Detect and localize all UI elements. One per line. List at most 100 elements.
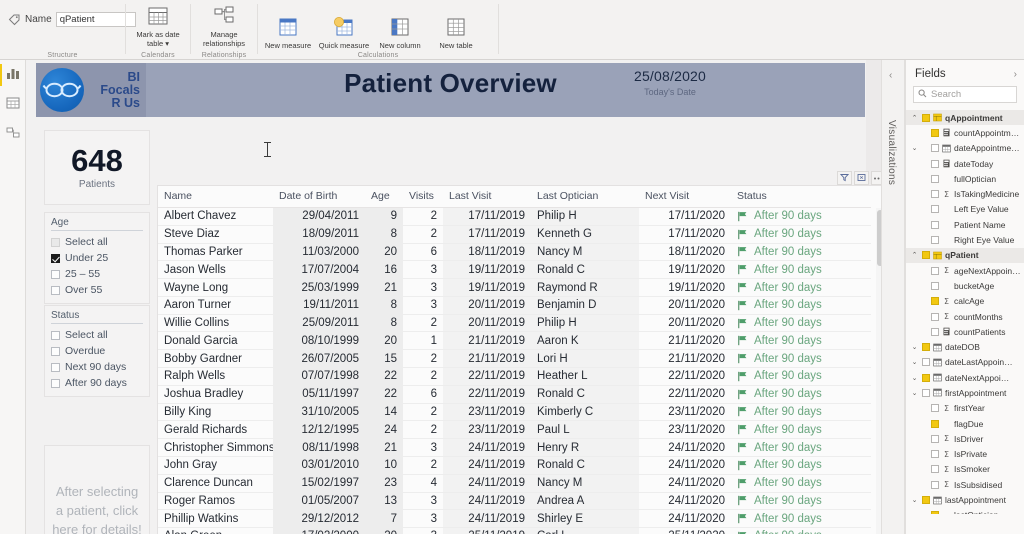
field-checkbox[interactable] <box>931 190 939 199</box>
fields-field-node[interactable]: ⌄ lastAppointment <box>906 492 1024 507</box>
field-checkbox[interactable] <box>931 480 939 489</box>
table-row[interactable]: Billy King 31/10/2005 14 2 23/11/2019 Kimberl… <box>158 403 871 422</box>
fields-field-node[interactable]: Σ IsSubsidised <box>906 477 1024 492</box>
fields-table-node[interactable]: ⌃ qAppointment <box>906 110 1024 126</box>
slicer-status[interactable]: Status Select all Overdue Next 90 days Afte… <box>44 305 150 397</box>
checkbox-icon[interactable] <box>51 346 60 356</box>
column-header-age[interactable]: Age <box>365 186 403 208</box>
chevron-toggle-icon[interactable]: ⌄ <box>910 389 919 397</box>
more-options-button[interactable] <box>871 171 881 185</box>
table-row[interactable]: Joshua Bradley 05/11/1997 22 6 22/11/2019 Ron… <box>158 385 871 404</box>
fields-field-node[interactable]: ⌄ dateAppointme… <box>906 141 1024 156</box>
fields-field-node[interactable]: ΣageNextAppoin… <box>906 263 1024 278</box>
checkbox-icon[interactable] <box>51 285 60 295</box>
slicer-item[interactable]: Under 25 <box>51 250 143 266</box>
field-checkbox[interactable] <box>931 419 939 428</box>
field-checkbox[interactable] <box>922 343 930 352</box>
slicer-age[interactable]: Age Select all Under 25 25 – 55 Over 55 <box>44 212 150 304</box>
field-checkbox[interactable] <box>922 373 930 382</box>
table-row[interactable]: Albert Chavez 29/04/2011 9 2 17/11/2019 Phili… <box>158 207 871 226</box>
chevron-toggle-icon[interactable]: ⌃ <box>910 114 919 122</box>
fields-field-node[interactable]: ⌄ dateLastAppoin… <box>906 355 1024 370</box>
chevron-toggle-icon[interactable]: ⌄ <box>910 144 919 152</box>
column-header-date-of-birth[interactable]: Date of Birth <box>273 186 365 208</box>
checkbox-icon[interactable] <box>51 330 60 340</box>
data-view-button[interactable] <box>0 90 26 120</box>
fields-field-node[interactable]: countPatients <box>906 324 1024 339</box>
table-row[interactable]: Thomas Parker 11/03/2000 20 6 18/11/2019 Nanc… <box>158 243 871 262</box>
field-checkbox[interactable] <box>931 205 939 214</box>
filter-button[interactable] <box>837 171 852 185</box>
slicer-item[interactable]: Select all <box>51 234 143 250</box>
checkbox-icon[interactable] <box>51 253 60 263</box>
fields-field-node[interactable]: fullOptician <box>906 171 1024 186</box>
patients-count-card[interactable]: 648 Patients <box>44 130 150 205</box>
field-checkbox[interactable] <box>931 465 939 474</box>
table-row[interactable]: Bobby Gardner 26/07/2005 15 2 21/11/2019 Lori… <box>158 349 871 369</box>
slicer-item[interactable]: Next 90 days <box>51 359 143 375</box>
field-checkbox[interactable] <box>931 266 939 275</box>
field-checkbox[interactable] <box>931 281 939 290</box>
table-row[interactable]: Christopher Simmons 08/11/1998 21 3 24/11/20… <box>158 438 871 457</box>
field-checkbox[interactable] <box>931 128 939 137</box>
fields-field-node[interactable]: countAppointm… <box>906 125 1024 140</box>
fields-field-node[interactable]: ⌄ firstAppointment <box>906 385 1024 400</box>
patient-details-cta-card[interactable]: After selecting a patient, click here fo… <box>44 445 150 534</box>
chevron-right-icon[interactable]: › <box>1014 69 1017 80</box>
model-view-button[interactable] <box>0 120 26 150</box>
fields-field-node[interactable]: bucketAge <box>906 278 1024 293</box>
fields-field-node[interactable]: Σ IsDriver <box>906 431 1024 446</box>
checkbox-icon[interactable] <box>51 378 60 388</box>
fields-field-node[interactable]: ΣcalcAge <box>906 294 1024 309</box>
field-checkbox[interactable] <box>931 236 939 245</box>
table-row[interactable]: Steve Diaz 18/09/2011 8 2 17/11/2019 Kenneth … <box>158 225 871 244</box>
field-checkbox[interactable] <box>931 144 939 153</box>
column-header-last-visit[interactable]: Last Visit <box>443 186 531 208</box>
visualizations-pane-collapsed[interactable]: ‹ Visualizations <box>881 60 905 534</box>
field-checkbox[interactable] <box>931 434 939 443</box>
fields-field-node[interactable]: lastOptician <box>906 508 1024 514</box>
slicer-item[interactable]: Overdue <box>51 343 143 359</box>
report-view-button[interactable] <box>0 60 26 90</box>
fields-field-node[interactable]: Left Eye Value <box>906 202 1024 217</box>
field-checkbox[interactable] <box>931 174 939 183</box>
table-row[interactable]: Wayne Long 25/03/1999 21 3 19/11/2019 Raymond… <box>158 278 871 297</box>
chevron-toggle-icon[interactable]: ⌄ <box>910 374 919 382</box>
field-checkbox[interactable] <box>931 450 939 459</box>
chevron-toggle-icon[interactable]: ⌃ <box>910 251 919 259</box>
slicer-item[interactable]: After 90 days <box>51 375 143 391</box>
table-row[interactable]: Donald Garcia 08/10/1999 20 1 21/11/2019 Aaro… <box>158 331 871 351</box>
fields-field-node[interactable]: ⌄ dateDOB <box>906 339 1024 354</box>
field-checkbox[interactable] <box>931 404 939 413</box>
table-row[interactable]: John Gray 03/01/2010 10 2 24/11/2019 Ronald C… <box>158 456 871 475</box>
table-row[interactable]: Ralph Wells 07/07/1998 22 2 22/11/2019 Heathe… <box>158 367 871 386</box>
manage-relationships-button[interactable]: Manage relationships <box>196 0 252 48</box>
checkbox-icon[interactable] <box>51 269 60 279</box>
fields-field-node[interactable]: dateToday <box>906 156 1024 171</box>
column-header-next-visit[interactable]: Next Visit <box>639 186 731 208</box>
slicer-item[interactable]: Over 55 <box>51 282 143 298</box>
new-table-button[interactable]: New table <box>428 11 484 50</box>
fields-field-node[interactable]: flagDue <box>906 416 1024 431</box>
field-checkbox[interactable] <box>931 159 939 168</box>
chevron-toggle-icon[interactable]: ⌄ <box>910 343 919 351</box>
field-checkbox[interactable] <box>931 312 939 321</box>
field-checkbox[interactable] <box>922 113 930 122</box>
fields-search-box[interactable]: Search <box>913 86 1017 103</box>
table-row[interactable]: Phillip Watkins 29/12/2012 7 3 24/11/2019 Shi… <box>158 509 871 529</box>
slicer-item[interactable]: Select all <box>51 327 143 343</box>
fields-field-node[interactable]: Patient Name <box>906 217 1024 232</box>
fields-field-node[interactable]: ΣfirstYear <box>906 401 1024 416</box>
new-measure-button[interactable]: New measure <box>260 11 316 50</box>
field-checkbox[interactable] <box>922 496 930 505</box>
field-checkbox[interactable] <box>922 251 930 260</box>
chevron-toggle-icon[interactable]: ⌄ <box>910 496 919 504</box>
fields-field-node[interactable]: ΣcountMonths <box>906 309 1024 324</box>
checkbox-icon[interactable] <box>51 237 60 247</box>
table-row[interactable]: Jason Wells 17/07/2004 16 3 19/11/2019 Ronald… <box>158 260 871 280</box>
chevron-left-icon[interactable]: ‹ <box>889 70 892 81</box>
fields-field-node[interactable]: Σ IsTakingMedicine <box>906 186 1024 201</box>
table-row[interactable]: Willie Collins 25/09/2011 8 2 20/11/2019 Phil… <box>158 314 871 333</box>
field-checkbox[interactable] <box>931 327 939 336</box>
chevron-toggle-icon[interactable]: ⌄ <box>910 358 919 366</box>
